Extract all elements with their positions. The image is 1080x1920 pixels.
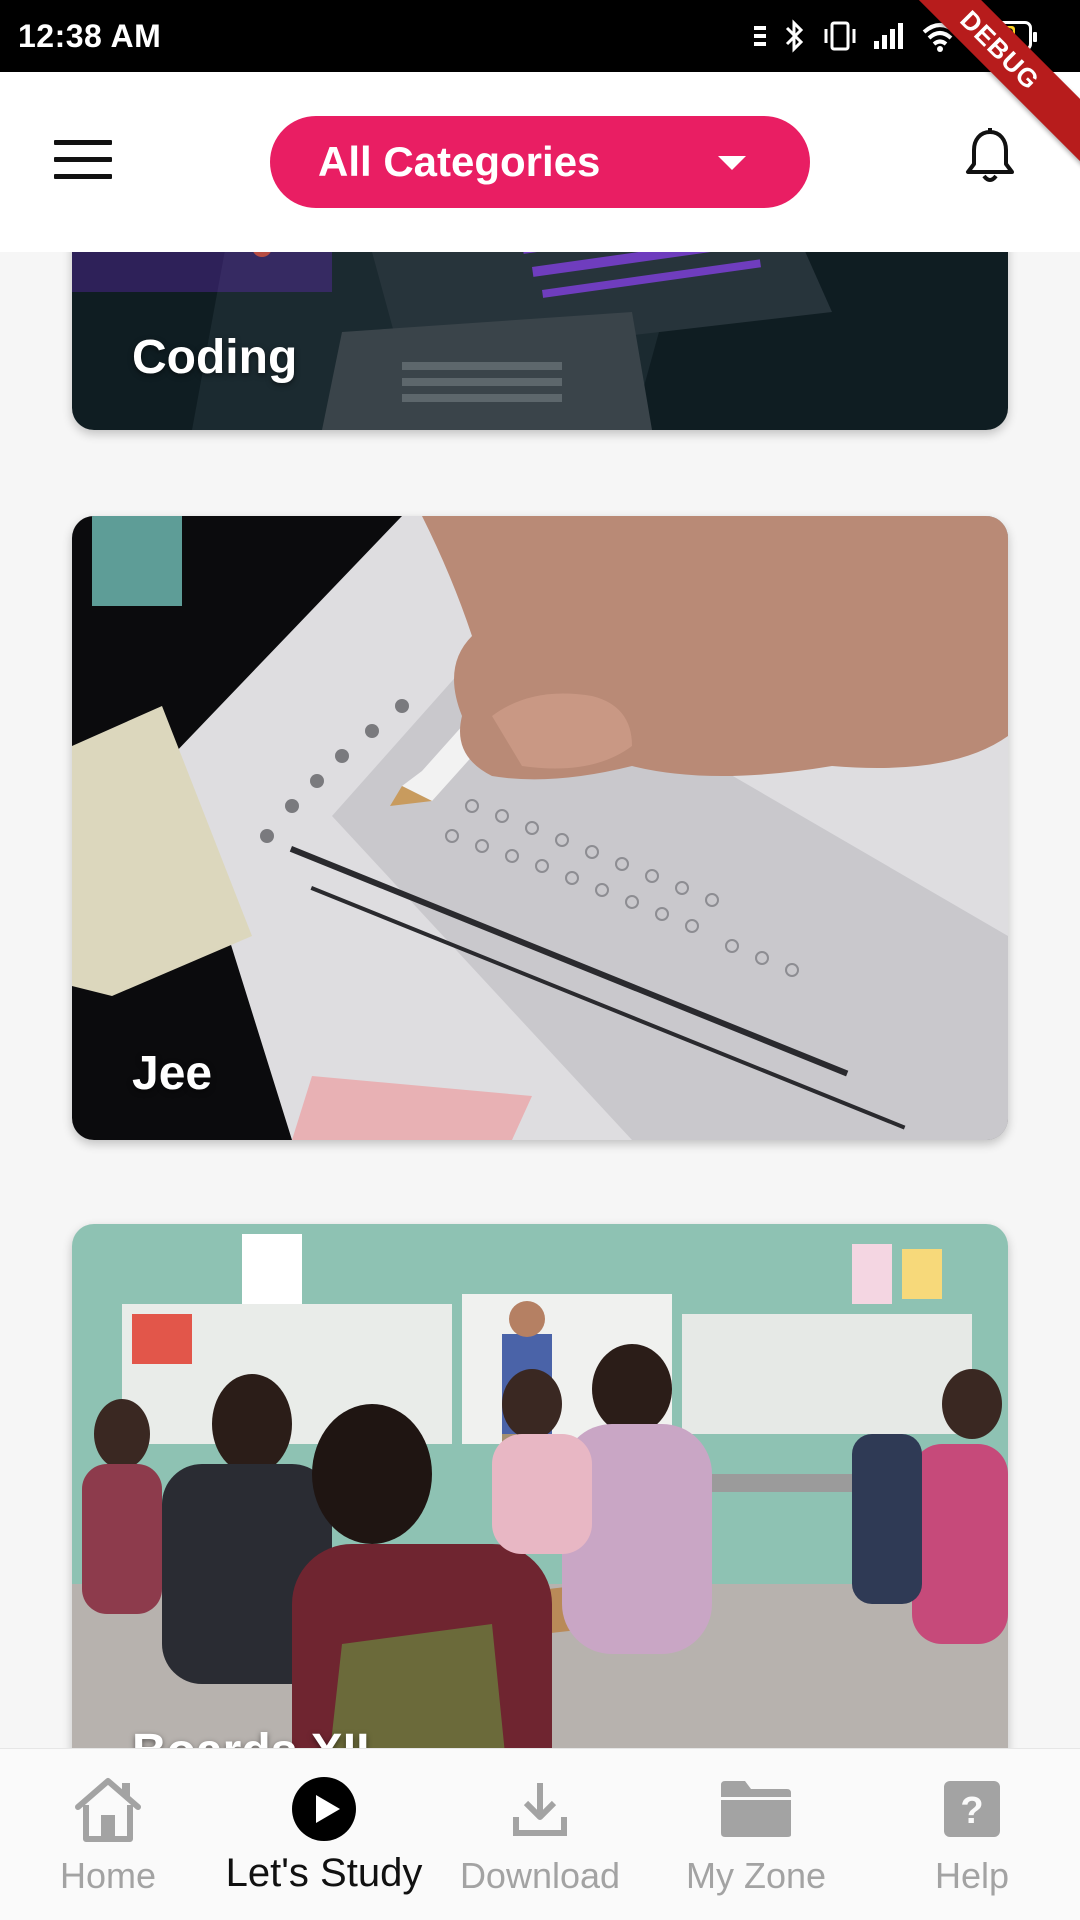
category-dropdown[interactable]: All Categories [270,116,810,208]
category-card-boards-xii[interactable]: Boards XII [72,1224,1008,1748]
play-icon [286,1775,362,1843]
category-title: Boards XII [132,1724,369,1748]
bottom-nav: Home Let's Study Download My Zone ? Help [0,1748,1080,1920]
nav-label: My Zone [685,1855,827,1896]
nav-download[interactable]: Download [432,1749,648,1920]
help-icon: ? [934,1775,1010,1843]
svg-text:?: ? [960,1790,983,1832]
category-card-jee[interactable]: Jee [72,516,1008,1140]
bell-icon[interactable] [962,126,1018,186]
signal-icon [872,21,906,51]
screen: 12:38 AM 73 DEBUG [0,0,1080,1920]
app-bar: All Categories [0,72,1080,252]
bluetooth-icon [782,19,808,53]
nav-label: Download [459,1855,621,1896]
category-label: All Categories [318,138,601,185]
category-title: Jee [132,1047,213,1100]
nav-lets-study[interactable]: Let's Study [216,1749,432,1920]
caret-down-icon [718,156,746,170]
category-title: Coding [132,331,298,384]
nav-my-zone[interactable]: My Zone [648,1749,864,1920]
status-time: 12:38 AM [18,17,162,54]
nav-label: Let's Study [225,1851,423,1895]
hamburger-menu-icon[interactable] [54,140,112,184]
nav-label: Home [59,1855,157,1896]
nav-label: Help [934,1855,1010,1896]
boards-xii-image [72,1224,1008,1748]
home-icon [70,1775,146,1843]
notification-icon [752,22,768,50]
nav-home[interactable]: Home [0,1749,216,1920]
nav-help[interactable]: ? Help [864,1749,1080,1920]
jee-image [72,516,1008,1140]
category-card-coding[interactable]: Coding [72,252,1008,430]
status-bar: 12:38 AM 73 [0,0,1080,72]
category-list[interactable]: Coding Jee [0,252,1080,1748]
vibrate-icon [822,20,858,52]
download-icon [502,1775,578,1843]
folder-icon [718,1775,794,1843]
